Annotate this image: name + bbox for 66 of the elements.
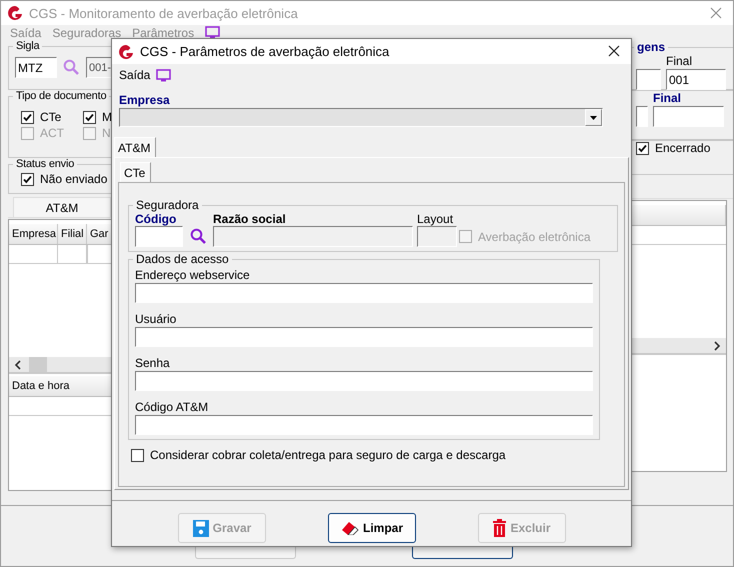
- checkbox[interactable]: [636, 142, 649, 154]
- clear-button[interactable]: [412, 547, 513, 559]
- group-label: Status envio: [15, 158, 76, 170]
- eraser-icon: [340, 521, 359, 535]
- input-field[interactable]: [135, 283, 593, 303]
- field-label: Usuário: [135, 311, 178, 327]
- group-label: Dados de acesso: [135, 252, 230, 266]
- tab[interactable]: CTe: [120, 162, 152, 182]
- input-field[interactable]: 001-: [86, 57, 111, 78]
- field-label: Layout: [417, 212, 453, 226]
- checkbox-label: CTe: [40, 110, 62, 124]
- input-field[interactable]: [135, 226, 183, 247]
- field-label: Razão social: [213, 212, 287, 226]
- monitor-icon[interactable]: [205, 26, 220, 39]
- monitor-icon[interactable]: [156, 68, 172, 82]
- scroll-left-icon[interactable]: [13, 360, 23, 370]
- field-label: Endereço webservice: [135, 267, 251, 283]
- field-label: Código: [135, 212, 178, 226]
- checkbox[interactable]: [21, 110, 34, 124]
- tab[interactable]: AT&M: [114, 137, 156, 157]
- scrollbar-thumb[interactable]: [29, 357, 47, 372]
- group-label: Seguradora: [135, 198, 200, 212]
- input-field[interactable]: [653, 106, 724, 127]
- trash-icon: [493, 519, 506, 537]
- field-label: Final: [666, 54, 694, 68]
- input-field[interactable]: MTZ: [15, 57, 57, 78]
- checkbox-label: Não enviado: [40, 172, 108, 186]
- input-field[interactable]: 001: [666, 69, 726, 90]
- input-field[interactable]: [135, 371, 593, 391]
- field-label: Empresa: [119, 93, 171, 107]
- input-field[interactable]: [213, 226, 413, 247]
- caret-icon: [590, 116, 597, 120]
- floppy-icon: [192, 520, 209, 536]
- input-field[interactable]: [636, 69, 661, 90]
- logo-icon: [118, 44, 134, 60]
- checkbox-label: Considerar cobrar coleta/entrega para seguro de carga e descarga: [150, 448, 506, 462]
- checkbox-label: M: [102, 110, 111, 124]
- field-label: Final: [653, 91, 682, 105]
- checkbox[interactable]: [131, 448, 144, 462]
- field-label: Senha: [135, 355, 171, 371]
- group-label: gens: [636, 40, 666, 54]
- group-label: Sigla: [15, 40, 41, 52]
- checkbox-label: N: [102, 126, 111, 140]
- column-header[interactable]: Filial: [58, 224, 87, 244]
- checkbox[interactable]: [21, 172, 34, 186]
- tab[interactable]: AT&M: [13, 197, 111, 217]
- menu-item[interactable]: Saída: [119, 68, 150, 82]
- column-header[interactable]: Empresa: [9, 224, 58, 244]
- group-label: Tipo de documento: [15, 90, 108, 102]
- close-icon[interactable]: [608, 45, 620, 57]
- input-field[interactable]: [636, 106, 648, 127]
- checkbox-label: ACT: [40, 126, 64, 140]
- checkbox[interactable]: [83, 110, 96, 124]
- search-icon[interactable]: [63, 59, 80, 76]
- window-title: CGS - Monitoramento de averbação eletrônica: [29, 6, 298, 20]
- input-field[interactable]: [135, 415, 593, 435]
- field-label: Código AT&M: [135, 399, 210, 415]
- checkbox-label: Encerrado: [655, 141, 710, 155]
- input-field[interactable]: [135, 327, 593, 347]
- scroll-right-icon[interactable]: [712, 340, 722, 350]
- dialog-title: CGS - Parâmetros de averbação eletrônica: [140, 44, 390, 59]
- logo-icon: [7, 5, 23, 21]
- clear-button[interactable]: Limpar: [328, 513, 416, 543]
- search-icon[interactable]: [190, 228, 206, 245]
- checkbox-label: Averbação eletrônica: [478, 230, 591, 244]
- input-field[interactable]: [417, 226, 457, 247]
